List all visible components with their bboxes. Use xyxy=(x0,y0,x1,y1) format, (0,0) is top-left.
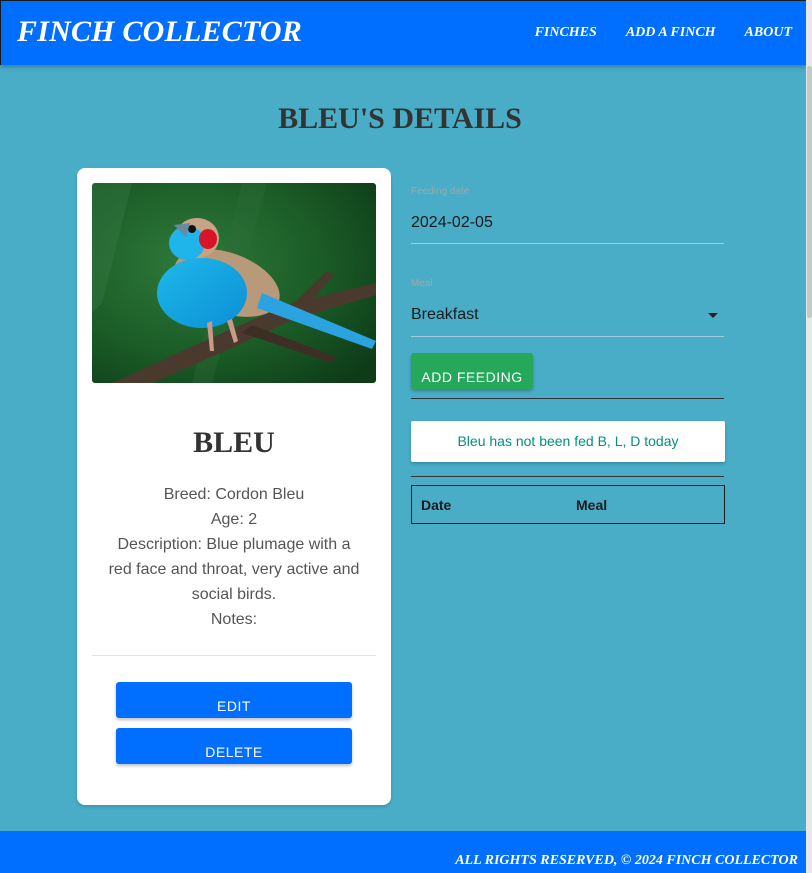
card-divider xyxy=(92,655,376,656)
table-header-date: Date xyxy=(421,497,452,513)
finch-notes: Notes: xyxy=(210,611,258,628)
footer-text: ALL RIGHTS RESERVED, © 2024 FINCH COLLEC… xyxy=(455,853,798,868)
scrollbar[interactable] xyxy=(806,0,812,873)
finch-info: Breed: Cordon Bleu Age: 2 Description: B… xyxy=(107,482,361,632)
feeding-date-underline xyxy=(411,243,724,244)
feeding-status-notice: Bleu has not been fed B, L, D today xyxy=(411,421,725,462)
feeding-date-input[interactable]: 2024-02-05 xyxy=(411,214,493,232)
nav-link-about[interactable]: ABOUT xyxy=(745,25,792,41)
feedings-table: Date Meal xyxy=(411,485,725,524)
delete-button[interactable]: DELETE xyxy=(116,728,352,764)
nav-link-add-finch[interactable]: ADD A FINCH xyxy=(626,25,716,41)
nav-link-finches[interactable]: FINCHES xyxy=(535,25,597,41)
finch-name: BLEU xyxy=(193,426,275,459)
brand-logo[interactable]: FINCH COLLECTOR xyxy=(17,15,302,49)
form-divider xyxy=(411,398,724,399)
finch-description: Description: Blue plumage with a red fac… xyxy=(108,536,360,603)
table-header-meal: Meal xyxy=(576,497,608,513)
page-title: BLEU'S DETAILS xyxy=(278,102,522,135)
edit-button[interactable]: EDIT xyxy=(116,682,352,718)
footer: ALL RIGHTS RESERVED, © 2024 FINCH COLLEC… xyxy=(0,831,806,873)
meal-label: Meal xyxy=(411,278,433,289)
scrollbar-thumb[interactable] xyxy=(807,66,812,318)
meal-select[interactable]: Breakfast xyxy=(411,306,479,324)
nav-links: FINCHES ADD A FINCH ABOUT xyxy=(535,25,792,41)
navbar: FINCH COLLECTOR FINCHES ADD A FINCH ABOU… xyxy=(0,0,806,65)
finch-breed: Breed: Cordon Bleu xyxy=(163,486,305,503)
feeding-date-label: Feeding date xyxy=(411,186,470,197)
finch-card: BLEU Breed: Cordon Bleu Age: 2 Descripti… xyxy=(77,168,391,805)
meal-underline xyxy=(411,336,724,337)
table-divider xyxy=(411,476,724,477)
chevron-down-icon[interactable] xyxy=(708,313,718,318)
finch-age: Age: 2 xyxy=(210,511,258,528)
add-feeding-button[interactable]: ADD FEEDING xyxy=(411,353,533,389)
finch-photo xyxy=(92,183,376,383)
